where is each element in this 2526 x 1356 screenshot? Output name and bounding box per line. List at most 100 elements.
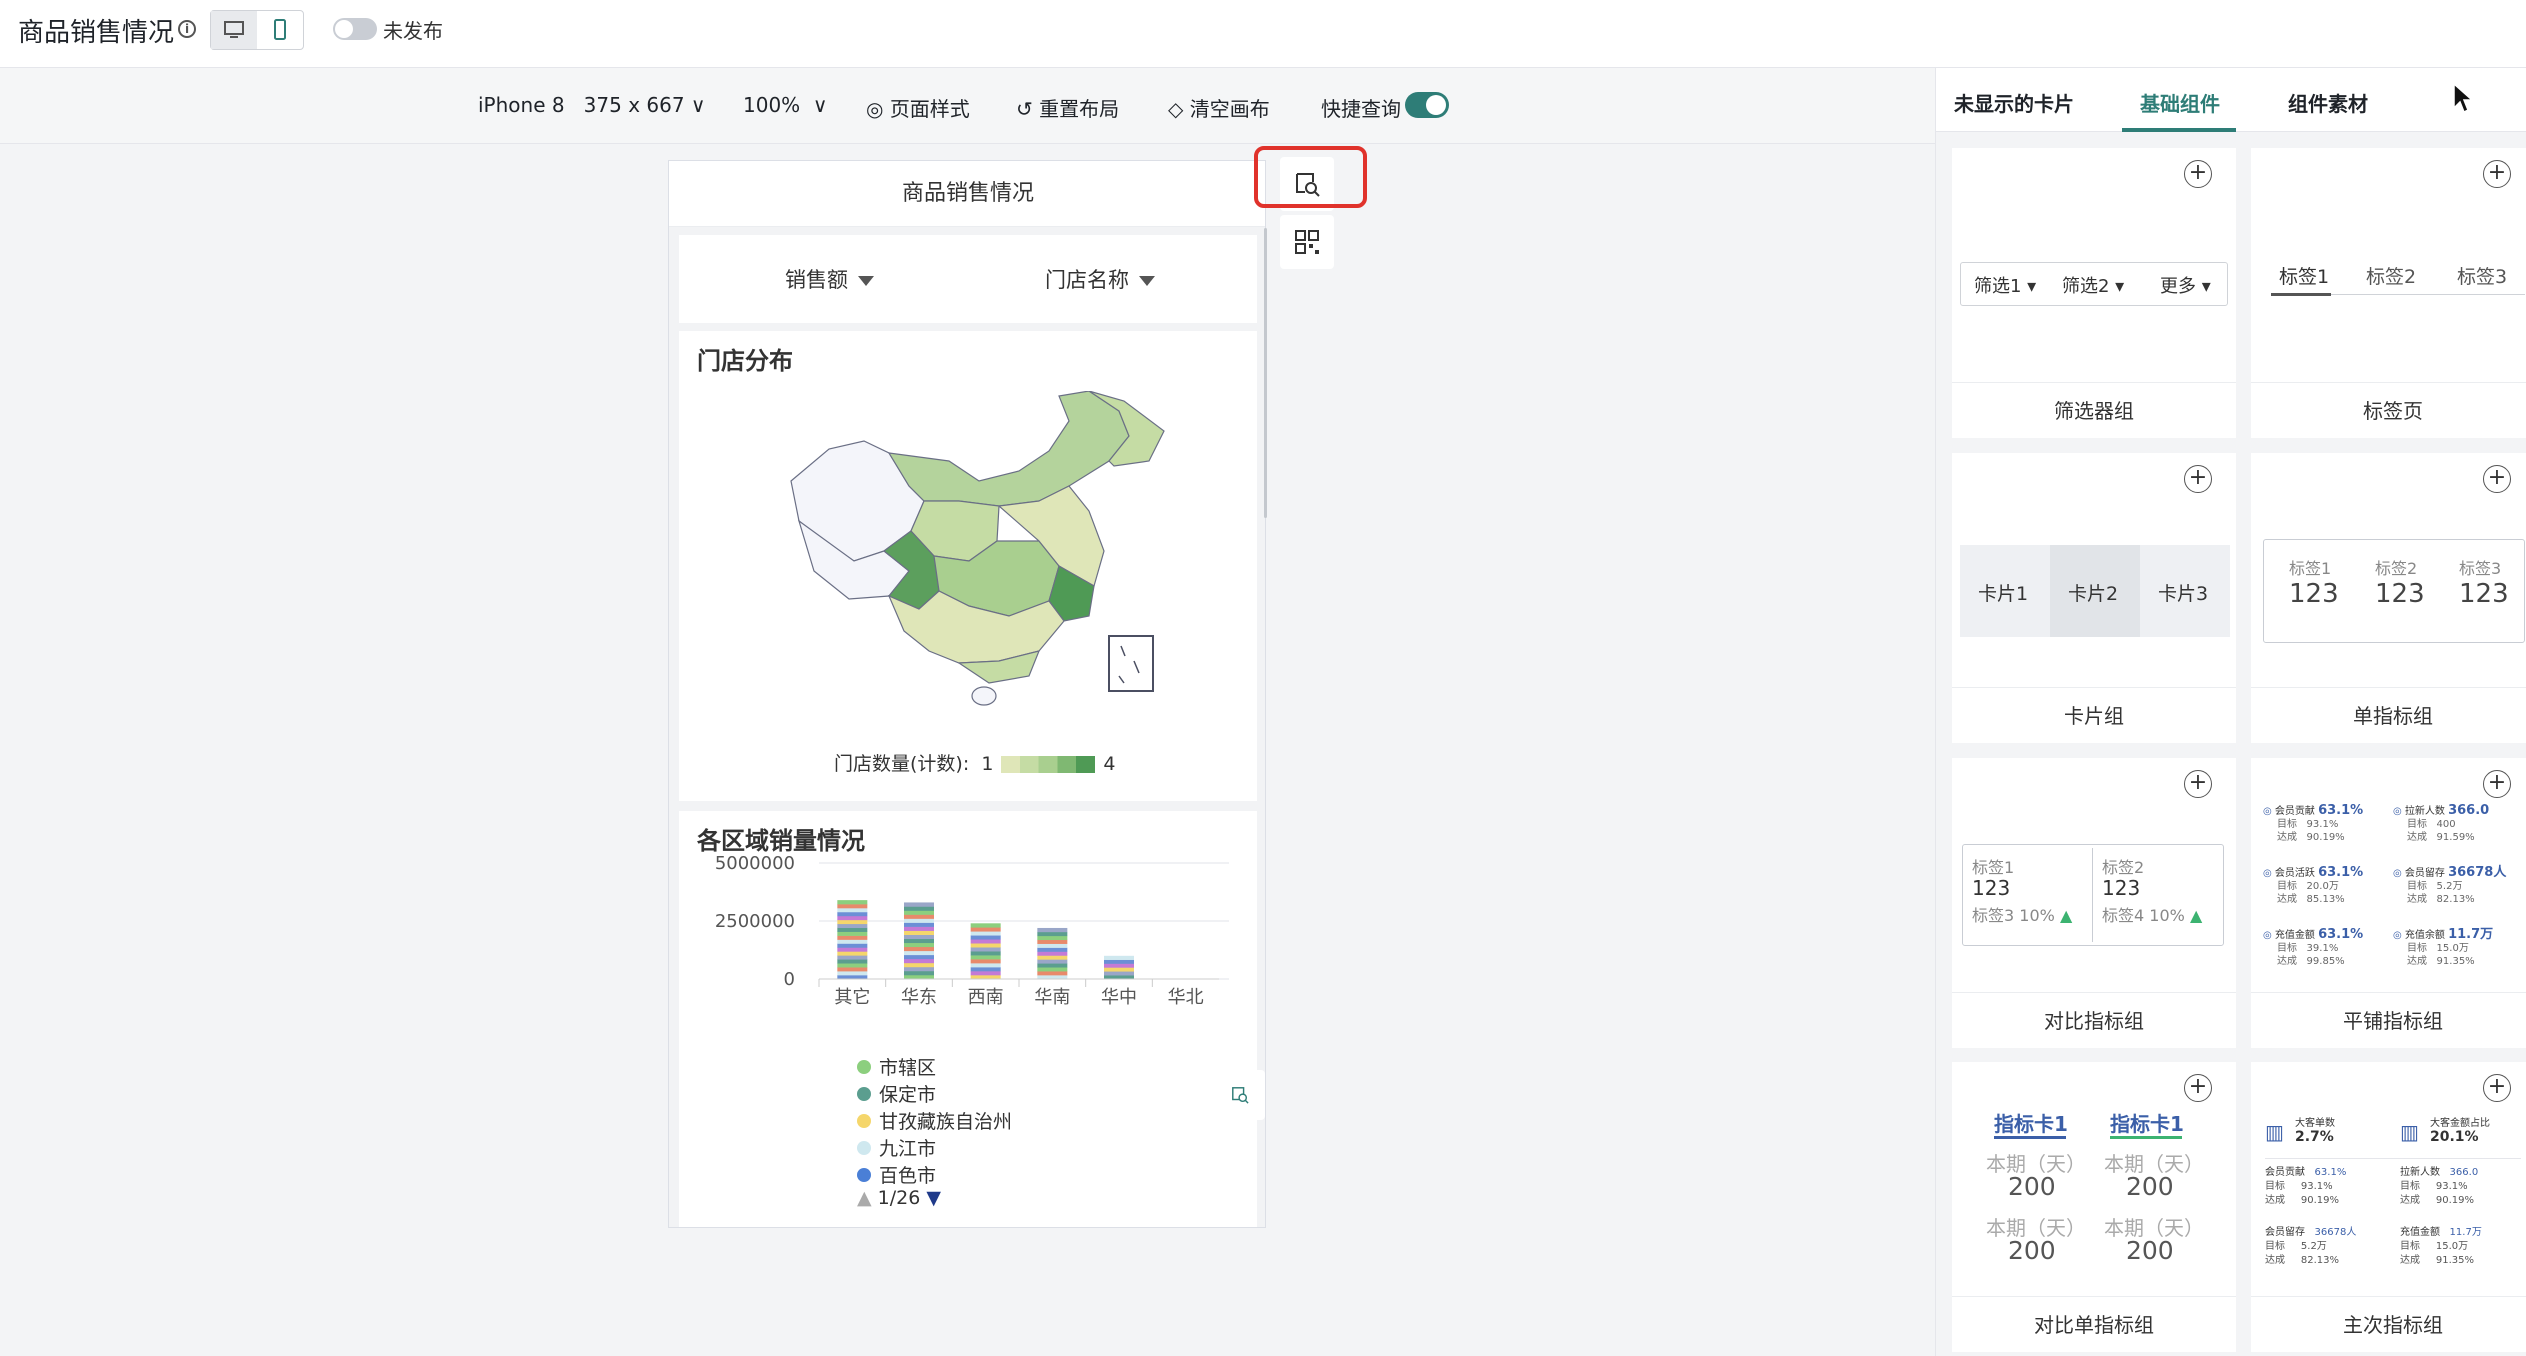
qr-grid-button[interactable]	[1280, 215, 1334, 269]
bar-card[interactable]: 各区域销量情况 5000000 2500000 0 其它 华东 西南 华南 华中 华北 市辖区保…	[679, 811, 1257, 1227]
bar-西南[interactable]	[970, 923, 1001, 980]
filter-store[interactable]: 门店名称	[1045, 264, 1155, 294]
secondary-metric: 充值金额 11.7万 目标 15.0万 达成 91.35%	[2400, 1226, 2526, 1268]
tab-basic-components[interactable]: 基础组件	[2140, 88, 2220, 117]
tab-component-assets[interactable]: 组件素材	[2288, 88, 2368, 117]
bar-segment	[970, 935, 1001, 940]
reset-layout-label: 重置布局	[1039, 97, 1120, 121]
card-query-button[interactable]	[1215, 1070, 1265, 1120]
secondary-v1: 5.2万	[2300, 1241, 2327, 1252]
tiled-v2: 99.85%	[2306, 956, 2345, 967]
reset-layout-button[interactable]: ↺ 重置布局	[1016, 93, 1119, 122]
device-switch	[210, 10, 304, 50]
china-map[interactable]	[769, 391, 1169, 721]
bar-华东[interactable]	[904, 902, 934, 980]
tiled-value: 63.1%	[2318, 804, 2364, 818]
secondary-value: 366.0	[2449, 1167, 2479, 1178]
phone-preview: 商品销售情况 销售额 门店名称 门店分布 门店数量(计数): 14 各区域销量情…	[668, 160, 1266, 1228]
component-compare-metric[interactable]: + 标签1 123 标签3 10% ▲ 标签2 123 标签4 10% ▲ 对比…	[1952, 758, 2236, 1048]
region-bar-chart[interactable]: 5000000 2500000 0 其它 华东 西南 华南 华中 华北	[679, 851, 1257, 1011]
tiled-v2: 82.13%	[2436, 894, 2475, 905]
clear-canvas-button[interactable]: ◇ 清空画布	[1168, 93, 1270, 122]
legend-dot	[857, 1059, 871, 1074]
publish-toggle[interactable]	[333, 18, 377, 40]
component-tiled-metric[interactable]: + ◎ 会员贡献 63.1% 目标 93.1% 达成 90.19% ◎ 拉新人数 36…	[2251, 758, 2526, 1048]
highlight-box	[1254, 146, 1367, 208]
tiled-metric-item: ◎ 充值金额 63.1% 目标 39.1% 达成 99.85%	[2263, 928, 2389, 968]
page-title: 商品销售情况	[18, 18, 175, 48]
info-icon[interactable]: i	[178, 20, 196, 38]
pager-next-icon[interactable]: ▼	[926, 1187, 941, 1209]
bar-segment	[1037, 951, 1068, 956]
tiled-name: 会员活跃	[2274, 868, 2315, 879]
add-icon[interactable]: +	[2483, 1074, 2511, 1102]
add-icon[interactable]: +	[2184, 465, 2212, 493]
period-value: 200	[2008, 1172, 2056, 1201]
tiled-icon: ◎	[2393, 806, 2405, 817]
add-icon[interactable]: +	[2483, 770, 2511, 798]
bar-segment	[1037, 939, 1068, 944]
primary-name: 大客金额占比	[2430, 1118, 2490, 1129]
secondary-name: 会员贡献	[2265, 1167, 2305, 1178]
card-group-preview: 卡片1 卡片2 卡片3	[1952, 503, 2236, 687]
metric-sub: 标签3 10% ▲	[1972, 906, 2073, 925]
bar-segment	[1037, 947, 1068, 952]
tab-hidden-cards[interactable]: 未显示的卡片	[1954, 88, 2074, 117]
component-compare-single-metric[interactable]: + 指标卡1 本期（天） 200 本期（天） 200 指标卡1 本期（天） 20…	[1952, 1062, 2236, 1352]
bar-segment	[970, 951, 1001, 956]
preview-card-2: 卡片2	[2068, 583, 2119, 605]
add-icon[interactable]: +	[2184, 770, 2212, 798]
tiled-v1: 400	[2436, 819, 2456, 830]
bar-segment	[1104, 963, 1134, 968]
map-legend: 门店数量(计数): 1 4	[834, 749, 1116, 776]
device-select[interactable]: iPhone 8 375 x 667 ∨	[478, 93, 706, 117]
component-card-group[interactable]: + 卡片1 卡片2 卡片3 卡片组	[1952, 453, 2236, 743]
bar-华中[interactable]	[1104, 955, 1134, 980]
bar-segment	[970, 943, 1001, 948]
metric-value: 123	[2102, 876, 2141, 900]
bar-华南[interactable]	[1037, 927, 1068, 980]
zoom-select[interactable]: 100% ∨	[743, 93, 828, 117]
add-icon[interactable]: +	[2483, 160, 2511, 188]
filter-sales[interactable]: 销售额	[785, 264, 874, 294]
component-filter-group[interactable]: + 筛选1 ▾ 筛选2 ▾ 更多 ▾ 筛选器组	[1952, 148, 2236, 438]
tiled-v2: 91.59%	[2436, 832, 2475, 843]
map-region-north	[887, 391, 1130, 507]
bar-segment	[837, 959, 868, 964]
add-icon[interactable]: +	[2184, 160, 2212, 188]
legend-item[interactable]: 百色市	[857, 1161, 1157, 1185]
add-icon[interactable]: +	[2483, 465, 2511, 493]
publish-status: 未发布	[383, 19, 443, 43]
preview-filter-2: 筛选2 ▾	[2062, 276, 2125, 297]
device-resolution: 375 x 667	[583, 93, 685, 117]
metric-sub: 标签4 10% ▲	[2102, 906, 2203, 925]
legend-item[interactable]: 甘孜藏族自治州	[857, 1107, 1157, 1134]
bar-segment	[904, 970, 934, 976]
component-tabs[interactable]: + 标签1 标签2 标签3 标签页	[2251, 148, 2526, 438]
mobile-icon[interactable]	[257, 11, 303, 49]
tiled-l1: 目标	[2277, 881, 2297, 892]
component-single-metric[interactable]: + 标签1 123 标签2 123 标签3 123 单指标组	[2251, 453, 2526, 743]
bar-其它[interactable]	[837, 900, 868, 980]
preview-filter-1: 筛选1 ▾	[1974, 276, 2037, 297]
tiled-icon: ◎	[2393, 930, 2405, 941]
bar-segment	[1104, 971, 1134, 976]
desktop-icon[interactable]	[211, 11, 257, 49]
legend-item[interactable]: 保定市	[857, 1080, 1157, 1107]
secondary-value: 11.7万	[2449, 1227, 2482, 1238]
bar-segment	[837, 963, 868, 968]
legend-item[interactable]: 九江市	[857, 1134, 1157, 1161]
legend-item[interactable]: 市辖区	[857, 1053, 1157, 1080]
secondary-metric: 会员留存 36678人 目标 5.2万 达成 82.13%	[2265, 1226, 2395, 1268]
pager-prev-icon[interactable]: ▲	[857, 1187, 872, 1209]
tiled-icon: ◎	[2263, 868, 2275, 879]
clear-canvas-label: 清空画布	[1189, 97, 1270, 121]
component-primary-secondary-metric[interactable]: + ▥ 大客单数 2.7% ▥ 大客金额占比 20.1% 会员贡献 63.1% 目标 93.1…	[2251, 1062, 2526, 1352]
quick-query-switch[interactable]	[1405, 92, 1449, 118]
map-card[interactable]: 门店分布 门店数量(计数): 1 4	[679, 331, 1257, 801]
phone-scrollbar[interactable]	[1264, 228, 1267, 518]
page-style-button[interactable]: ◎ 页面样式	[866, 93, 970, 122]
tiled-l2: 达成	[2277, 832, 2297, 843]
tiled-icon: ◎	[2263, 806, 2275, 817]
tiled-l2: 达成	[2277, 956, 2297, 967]
